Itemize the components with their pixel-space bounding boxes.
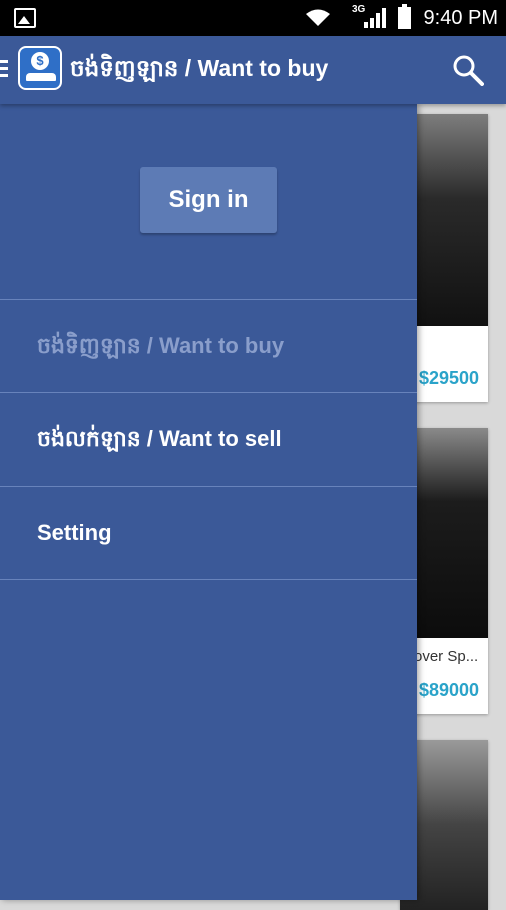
page-title: ចង់ទិញឡាន / Want to buy xyxy=(70,55,329,81)
drawer-item-setting[interactable]: Setting xyxy=(0,487,417,579)
drawer-item-want-to-buy[interactable]: ចង់ទិញឡាន / Want to buy xyxy=(0,300,417,392)
search-icon[interactable] xyxy=(452,54,484,86)
divider xyxy=(0,579,417,580)
drawer-item-label: ចង់ទិញឡាន / Want to buy xyxy=(37,333,285,358)
navigation-drawer: Sign in ចង់ទិញឡាន / Want to buy ចង់លក់ឡា… xyxy=(0,104,417,900)
app-logo-icon[interactable]: $ xyxy=(18,46,62,90)
drawer-item-want-to-sell[interactable]: ចង់លក់ឡាន / Want to sell xyxy=(0,393,417,485)
listing-name: over Sp... xyxy=(414,648,479,665)
app-bar: $ ចង់ទិញឡាន / Want to buy xyxy=(0,36,506,104)
battery-icon xyxy=(398,4,411,29)
listing-price: $89000 xyxy=(419,680,480,700)
gallery-icon xyxy=(14,8,36,28)
status-time: 9:40 PM xyxy=(423,7,498,29)
drawer-item-label: Setting xyxy=(37,520,112,545)
listing-price: $29500 xyxy=(419,368,480,388)
wifi-icon xyxy=(306,9,330,26)
drawer-item-label: ចង់លក់ឡាន / Want to sell xyxy=(37,426,282,451)
status-bar: 3G 9:40 PM xyxy=(0,0,506,36)
signal-icon xyxy=(364,8,386,28)
sign-in-button[interactable]: Sign in xyxy=(140,167,277,233)
menu-icon[interactable] xyxy=(0,60,8,80)
